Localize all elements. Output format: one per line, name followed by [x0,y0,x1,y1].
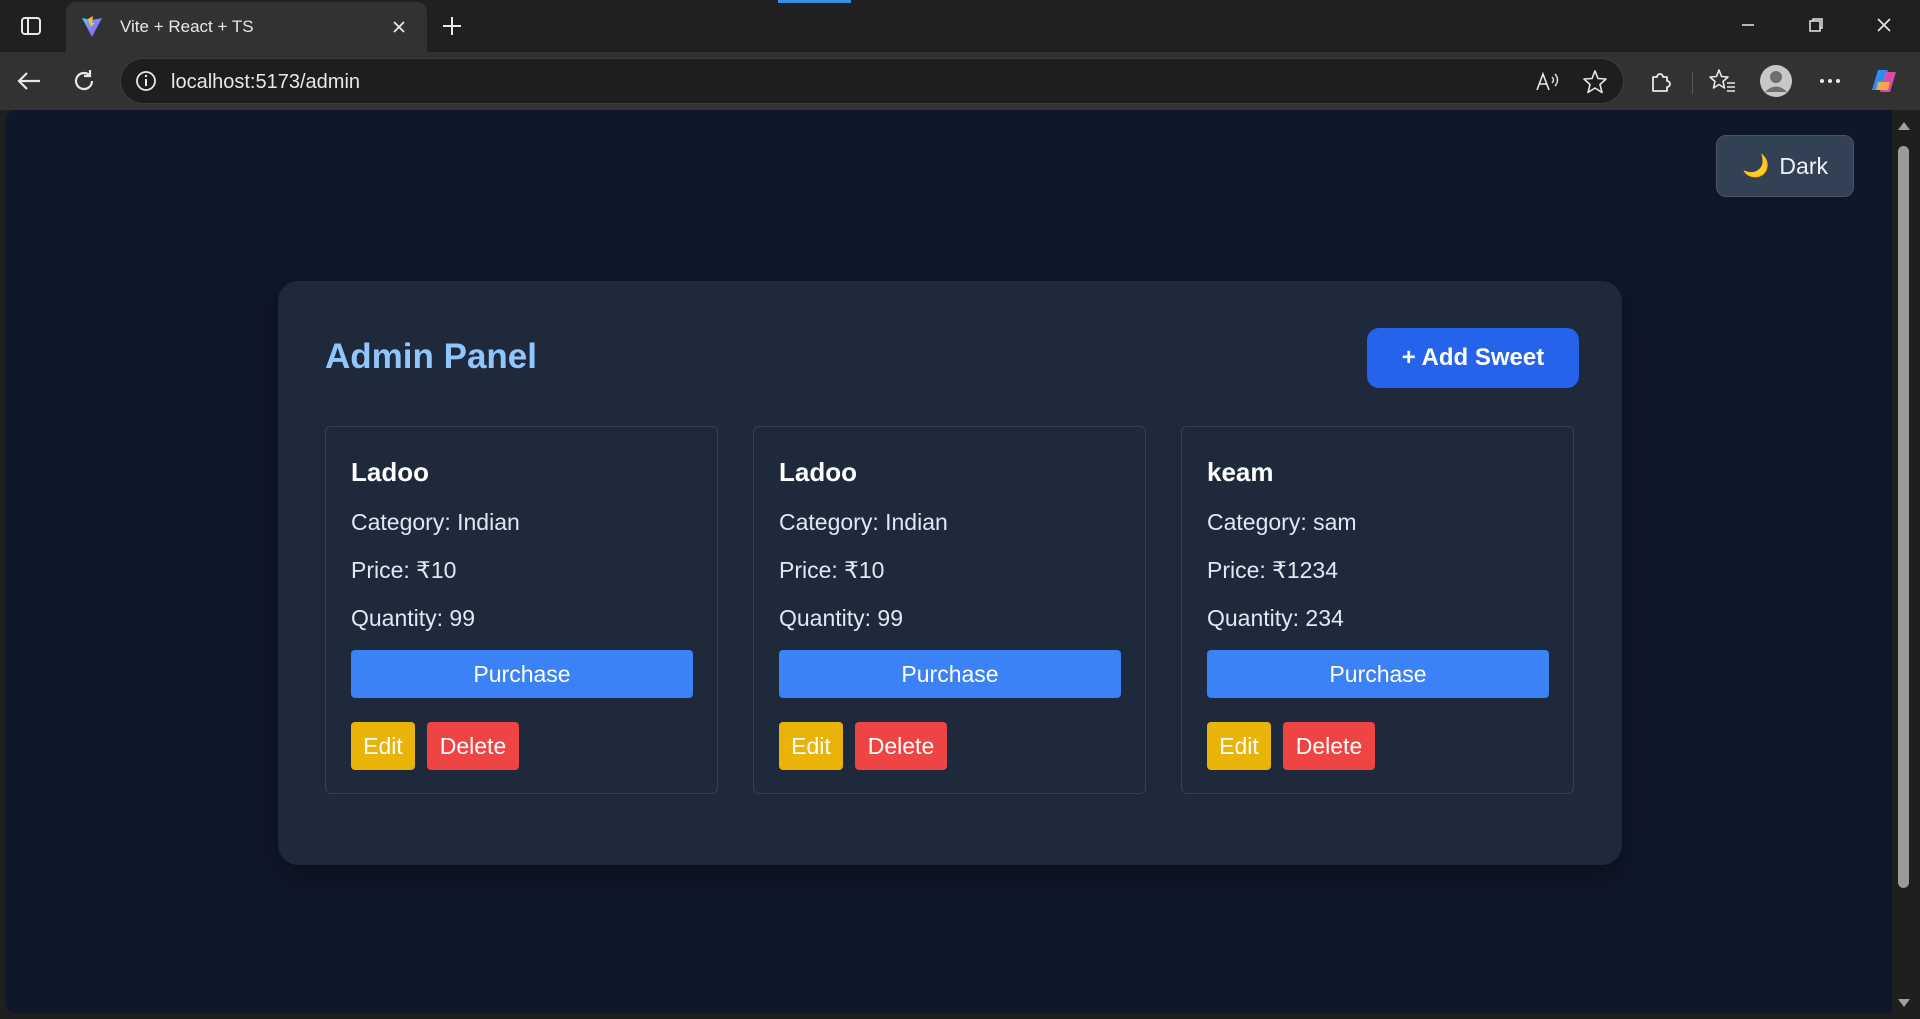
vite-logo-icon [82,16,102,37]
sweet-price: Price: ₹10 [779,557,885,583]
refresh-icon[interactable] [65,62,103,100]
scroll-up-arrow-icon[interactable] [1898,122,1910,130]
sweet-name: Ladoo [779,457,857,487]
tab-actions-icon[interactable] [12,10,50,42]
sweet-name: Ladoo [351,457,429,487]
favorite-star-icon[interactable] [1581,68,1609,96]
delete-button[interactable]: Delete [1283,722,1375,770]
address-bar[interactable]: localhost:5173/admin [120,58,1624,104]
sweet-price: Price: ₹1234 [1207,557,1338,583]
purchase-button[interactable]: Purchase [351,650,693,698]
edit-button[interactable]: Edit [351,722,415,770]
url-text[interactable]: localhost:5173/admin [171,71,360,94]
purchase-button[interactable]: Purchase [1207,650,1549,698]
favorites-icon[interactable] [1704,63,1740,99]
sweet-category: Category: sam [1207,509,1357,535]
tab-close-icon[interactable] [385,13,413,41]
back-arrow-icon[interactable] [10,62,48,100]
add-sweet-button[interactable]: + Add Sweet [1367,328,1579,388]
sweet-card: keam Category: sam Price: ₹1234 Quantity… [1181,426,1574,794]
page-title: Admin Panel [325,337,537,376]
tab-title: Vite + React + TS [120,17,254,36]
edit-button[interactable]: Edit [779,722,843,770]
purchase-button[interactable]: Purchase [779,650,1121,698]
sweet-category: Category: Indian [779,509,948,535]
sweet-card: Ladoo Category: Indian Price: ₹10 Quanti… [753,426,1146,794]
edit-button[interactable]: Edit [1207,722,1271,770]
moon-icon: 🌙 [1742,153,1770,178]
extensions-icon[interactable] [1643,63,1679,99]
page-viewport: 🌙 Dark Admin Panel + Add Sweet Ladoo Cat… [6,110,1892,1013]
new-tab-icon[interactable] [434,8,470,44]
sweet-name: keam [1207,457,1274,487]
admin-panel: Admin Panel + Add Sweet Ladoo Category: … [278,281,1622,865]
restore-icon[interactable] [1782,0,1850,50]
site-info-icon[interactable] [135,70,157,92]
minimize-icon[interactable] [1714,0,1782,50]
scroll-down-arrow-icon[interactable] [1898,999,1910,1007]
browser-toolbar: localhost:5173/admin [0,52,1920,110]
profile-avatar-icon[interactable] [1758,63,1794,99]
delete-button[interactable]: Delete [427,722,519,770]
copilot-icon[interactable] [1866,63,1902,99]
theme-toggle-button[interactable]: 🌙 Dark [1716,135,1854,197]
toolbar-separator [1692,72,1693,94]
sweet-quantity: Quantity: 99 [351,605,476,631]
sweet-quantity: Quantity: 99 [779,605,904,631]
browser-tab[interactable]: Vite + React + TS [66,2,427,52]
vertical-scrollbar[interactable] [1892,110,1914,1019]
scrollbar-thumb[interactable] [1898,146,1909,888]
close-window-icon[interactable] [1850,0,1918,50]
browser-tab-bar: Vite + React + TS [0,0,1920,52]
more-options-icon[interactable] [1812,63,1848,99]
delete-button[interactable]: Delete [855,722,947,770]
loading-indicator [778,0,851,3]
sweet-price: Price: ₹10 [351,557,457,583]
sweet-card: Ladoo Category: Indian Price: ₹10 Quanti… [325,426,718,794]
theme-toggle-label: Dark [1779,152,1828,179]
sweet-category: Category: Indian [351,509,520,535]
read-aloud-icon[interactable] [1533,68,1561,96]
sweet-quantity: Quantity: 234 [1207,605,1344,631]
